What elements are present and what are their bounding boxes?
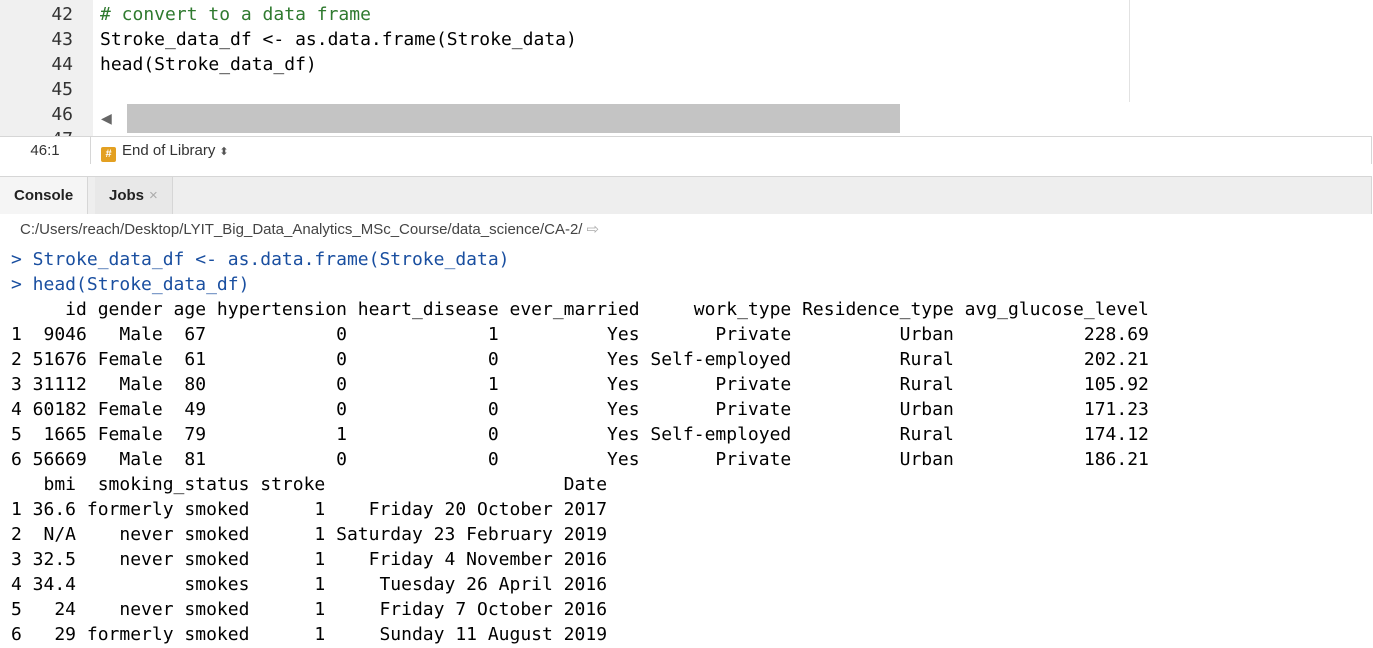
working-directory-path: C:/Users/reach/Desktop/LYIT_Big_Data_Ana… — [20, 221, 583, 238]
line-number: 43 — [51, 29, 73, 50]
editor-status-bar: 46:1 # End of Library ⬍ — [0, 136, 1372, 165]
console-line: bmi smoking_status stroke Date — [11, 474, 608, 495]
scroll-left-icon[interactable]: ◀ — [101, 110, 112, 127]
line-number: 42 — [51, 4, 73, 25]
code-line[interactable]: Stroke_data_df <- as.data.frame(Stroke_d… — [100, 27, 577, 52]
line-number: 46 — [51, 104, 73, 125]
close-icon[interactable]: × — [149, 187, 158, 204]
tab-label: Console — [14, 187, 74, 204]
print-margin — [1129, 0, 1130, 102]
updown-arrows-icon: ⬍ — [219, 146, 229, 158]
line-number: 47 — [51, 127, 73, 136]
line-number-gutter: 42 43 44 45 46 47 — [0, 0, 93, 136]
line-number: 44 — [51, 54, 73, 75]
scope-label: End of Library — [122, 142, 216, 159]
working-directory-bar: C:/Users/reach/Desktop/LYIT_Big_Data_Ana… — [0, 214, 1373, 246]
cursor-position: 46:1 — [0, 137, 91, 164]
console-line: 5 1665 Female 79 1 0 Yes Self-employed R… — [11, 424, 1149, 445]
console-line: 4 60182 Female 49 0 0 Yes Private Urban … — [11, 399, 1149, 420]
console-line: 3 32.5 never smoked 1 Friday 4 November … — [11, 549, 608, 570]
scope-selector[interactable]: # End of Library ⬍ — [101, 137, 229, 164]
console-line: > head(Stroke_data_df) — [11, 274, 250, 295]
console-output[interactable]: > Stroke_data_df <- as.data.frame(Stroke… — [0, 247, 1373, 648]
horizontal-scrollbar[interactable]: ◀ — [93, 103, 1129, 134]
console-line: 5 24 never smoked 1 Friday 7 October 201… — [11, 599, 608, 620]
console-line: 2 51676 Female 61 0 0 Yes Self-employed … — [11, 349, 1149, 370]
console-tab-bar: Console Jobs × — [0, 176, 1372, 215]
code-line[interactable]: head(Stroke_data_df) — [100, 52, 317, 77]
tab-label: Jobs — [109, 187, 145, 204]
tab-console[interactable]: Console — [0, 177, 89, 214]
console-line: > Stroke_data_df <- as.data.frame(Stroke… — [11, 249, 510, 270]
console-line: id gender age hypertension heart_disease… — [11, 299, 1149, 320]
line-number: 45 — [51, 79, 73, 100]
console-line: 1 9046 Male 67 0 1 Yes Private Urban 228… — [11, 324, 1149, 345]
code-line[interactable]: # convert to a data frame — [100, 2, 371, 27]
source-editor[interactable]: 42 43 44 45 46 47 # convert to a data fr… — [0, 0, 1373, 136]
section-hash-icon: # — [101, 147, 116, 162]
console-line: 3 31112 Male 80 0 1 Yes Private Rural 10… — [11, 374, 1149, 395]
scrollbar-thumb[interactable] — [127, 104, 900, 133]
console-line: 6 29 formerly smoked 1 Sunday 11 August … — [11, 624, 608, 645]
console-line: 4 34.4 smokes 1 Tuesday 26 April 2016 — [11, 574, 608, 595]
go-to-directory-icon[interactable]: ⇨ — [586, 221, 599, 238]
tab-jobs[interactable]: Jobs × — [95, 177, 173, 214]
console-line: 6 56669 Male 81 0 0 Yes Private Urban 18… — [11, 449, 1149, 470]
console-line: 2 N/A never smoked 1 Saturday 23 Februar… — [11, 524, 608, 545]
pane-splitter[interactable] — [0, 164, 1373, 176]
console-line: 1 36.6 formerly smoked 1 Friday 20 Octob… — [11, 499, 608, 520]
